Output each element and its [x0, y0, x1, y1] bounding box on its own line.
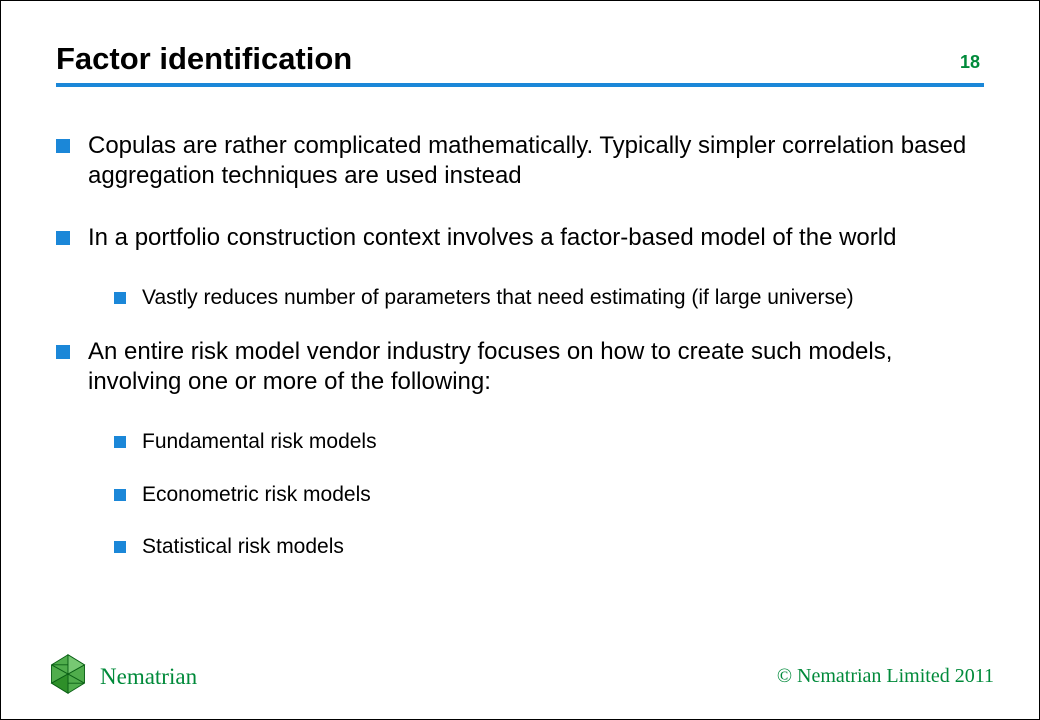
bullet-level-2: Fundamental risk models — [114, 429, 984, 455]
square-bullet-icon — [56, 139, 70, 153]
bullet-level-2: Vastly reduces number of parameters that… — [114, 285, 984, 311]
brand: Nematrian — [46, 652, 197, 701]
square-bullet-icon — [56, 231, 70, 245]
square-bullet-icon — [114, 292, 126, 304]
bullet-level-1: In a portfolio construction context invo… — [56, 223, 984, 253]
bullet-text: Fundamental risk models — [142, 429, 377, 455]
copyright-text: © Nematrian Limited 2011 — [777, 665, 994, 688]
slide-footer: Nematrian © Nematrian Limited 2011 — [46, 652, 994, 701]
bullet-text: In a portfolio construction context invo… — [88, 223, 896, 253]
slide-header: Factor identification 18 — [56, 41, 984, 87]
bullet-text: An entire risk model vendor industry foc… — [88, 337, 984, 397]
bullet-text: Econometric risk models — [142, 482, 371, 508]
bullet-level-1: Copulas are rather complicated mathemati… — [56, 131, 984, 191]
square-bullet-icon — [114, 436, 126, 448]
square-bullet-icon — [114, 489, 126, 501]
page-number: 18 — [960, 52, 984, 77]
bullet-level-2: Statistical risk models — [114, 534, 984, 560]
bullet-text: Vastly reduces number of parameters that… — [142, 285, 854, 311]
nematrian-logo-icon — [46, 652, 90, 701]
bullet-text: Statistical risk models — [142, 534, 344, 560]
bullet-level-1: An entire risk model vendor industry foc… — [56, 337, 984, 397]
bullet-text: Copulas are rather complicated mathemati… — [88, 131, 984, 191]
brand-name: Nematrian — [100, 664, 197, 690]
square-bullet-icon — [56, 345, 70, 359]
square-bullet-icon — [114, 541, 126, 553]
bullet-level-2: Econometric risk models — [114, 482, 984, 508]
slide-title: Factor identification — [56, 41, 352, 77]
slide: Factor identification 18 Copulas are rat… — [0, 0, 1040, 720]
slide-body: Copulas are rather complicated mathemati… — [56, 131, 984, 560]
